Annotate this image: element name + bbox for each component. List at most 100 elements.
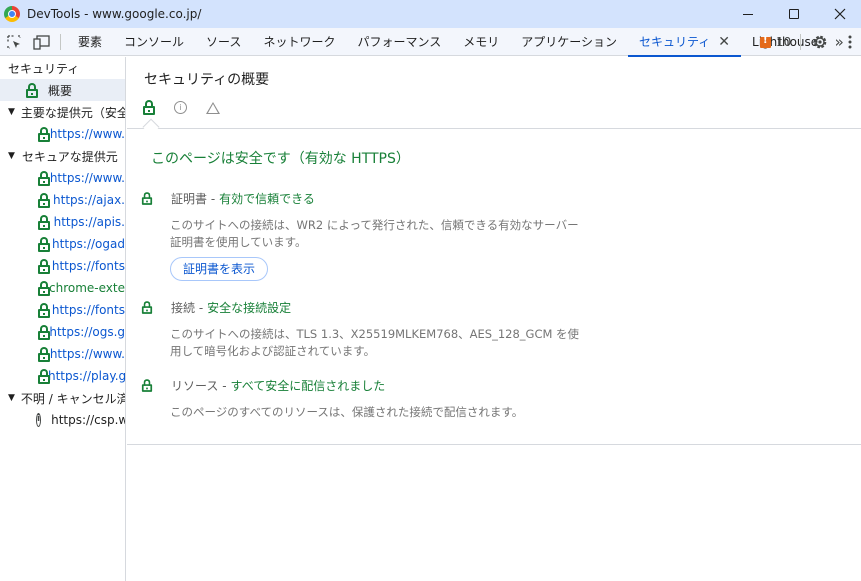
maximize-button[interactable] xyxy=(771,0,817,28)
certificate-description: このサイトへの接続は、WR2 によって発行された、信頼できる有効なサーバー証明書… xyxy=(170,218,579,249)
origin-url: https://play.g xyxy=(48,369,126,383)
sidebar-item-overview[interactable]: 概要 xyxy=(0,79,125,101)
tab-elements[interactable]: 要素 xyxy=(67,28,113,56)
sidebar-group-label: 不明 / キャンセル済み xyxy=(20,391,125,406)
view-certificate-button[interactable]: 証明書を表示 xyxy=(170,257,269,281)
info-icon[interactable]: i xyxy=(174,101,187,114)
lock-icon xyxy=(38,236,50,252)
sidebar-item-origin[interactable]: https://play.g xyxy=(0,365,125,387)
origin-url: https://ogs.g xyxy=(49,325,125,339)
sidebar-item-origin[interactable]: https://fonts xyxy=(0,299,125,321)
sidebar-item-origin[interactable]: chrome-exte xyxy=(0,277,125,299)
sidebar-item-label: 概要 xyxy=(48,83,73,98)
section-value: すべて安全に配信されました xyxy=(230,379,386,393)
lock-icon xyxy=(38,302,50,318)
sidebar-item-origin[interactable]: https://www. xyxy=(0,167,125,189)
lock-icon xyxy=(38,214,50,230)
sidebar-group-secure[interactable]: ▼ セキュアな提供元 xyxy=(0,145,125,167)
origin-url: https://apis. xyxy=(53,215,125,229)
inspect-element-button[interactable] xyxy=(0,28,28,56)
origin-url: https://ogad xyxy=(52,237,125,251)
tab-console[interactable]: コンソール xyxy=(113,28,195,56)
tab-performance[interactable]: パフォーマンス xyxy=(346,28,452,56)
sidebar-item-origin[interactable]: https://apis. xyxy=(0,211,125,233)
tab-memory[interactable]: メモリ xyxy=(452,28,510,56)
connection-section: 接続 - 安全な接続設定 このサイトへの接続は、TLS 1.3、X25519ML… xyxy=(141,299,580,360)
close-icon xyxy=(834,8,846,20)
device-toolbar-button[interactable] xyxy=(28,28,56,56)
lock-icon xyxy=(38,170,50,186)
connection-description: このサイトへの接続は、TLS 1.3、X25519MLKEM768、AES_12… xyxy=(170,327,580,358)
gear-icon xyxy=(813,35,827,49)
page-title: セキュリティの概要 xyxy=(144,72,270,88)
issues-counter[interactable]: 10 xyxy=(760,28,791,56)
certificate-title: 証明書 - 有効で信頼できる xyxy=(141,190,580,207)
issues-count: 10 xyxy=(776,35,792,49)
close-window-button[interactable] xyxy=(817,0,861,28)
tab-security[interactable]: セキュリティ ✕ xyxy=(628,28,742,57)
origin-url: https://www. xyxy=(49,347,125,361)
connection-title: 接続 - 安全な接続設定 xyxy=(141,299,580,316)
sidebar-root: セキュリティ xyxy=(0,57,125,79)
sidebar-group-main-origin[interactable]: ▼ 主要な提供元（安全 xyxy=(0,101,125,123)
device-icon xyxy=(33,34,50,50)
resources-section: リソース - すべて安全に配信されました このページのすべてのリソースは、保護さ… xyxy=(141,377,580,421)
devtools-toolbar: 要素 コンソール ソース ネットワーク パフォーマンス メモリ アプリケーション… xyxy=(0,28,861,57)
lock-icon xyxy=(26,82,38,98)
sidebar-group-unknown[interactable]: ▼ 不明 / キャンセル済み xyxy=(0,387,125,409)
lock-icon xyxy=(38,324,50,340)
title-bar: DevTools - www.google.co.jp/ xyxy=(0,0,861,28)
section-label: 証明書 - xyxy=(171,192,216,206)
overview-header: セキュリティの概要 i xyxy=(127,57,861,136)
tab-sources[interactable]: ソース xyxy=(195,28,252,56)
sidebar-group-label: セキュアな提供元 xyxy=(22,149,118,164)
kebab-menu-icon xyxy=(848,35,852,49)
sidebar-item-origin[interactable]: https://ogad xyxy=(0,233,125,255)
lock-icon xyxy=(38,192,50,208)
origin-url: https://www. xyxy=(49,127,125,141)
chrome-logo-icon xyxy=(4,6,20,22)
minimize-button[interactable] xyxy=(725,0,771,28)
security-summary: このページは安全です（有効な HTTPS） xyxy=(151,151,410,167)
security-sidebar: セキュリティ 概要 ▼ 主要な提供元（安全 https://www. ▼ セキュ… xyxy=(0,57,126,581)
minimize-icon xyxy=(743,13,753,15)
tab-application[interactable]: アプリケーション xyxy=(510,28,628,56)
issue-flag-icon xyxy=(760,35,771,48)
security-state-icons: i xyxy=(143,100,239,115)
sidebar-item-origin[interactable]: i https://csp.w xyxy=(0,409,125,431)
lock-icon[interactable] xyxy=(143,100,155,115)
section-label: リソース - xyxy=(171,379,227,393)
section-value: 有効で信頼できる xyxy=(219,192,315,206)
selected-state-caret xyxy=(142,118,160,136)
lock-icon xyxy=(38,346,50,362)
info-icon: i xyxy=(36,413,42,427)
expand-triangle-icon: ▼ xyxy=(8,393,15,403)
origin-url: https://csp.w xyxy=(51,413,126,427)
section-label: 接続 - xyxy=(171,301,204,315)
tab-network[interactable]: ネットワーク xyxy=(252,28,346,56)
lock-icon xyxy=(38,258,50,274)
origin-url: https://fonts xyxy=(51,303,125,317)
section-value: 安全な接続設定 xyxy=(207,301,292,315)
expand-triangle-icon: ▼ xyxy=(8,151,15,161)
sidebar-group-label: 主要な提供元（安全 xyxy=(20,105,126,120)
expand-triangle-icon: ▼ xyxy=(8,107,15,117)
sidebar-item-origin[interactable]: https://www. xyxy=(0,123,125,145)
sidebar-item-origin[interactable]: https://fonts xyxy=(0,255,125,277)
sidebar-root-label: セキュリティ xyxy=(8,61,80,76)
toolbar-divider xyxy=(60,33,61,50)
tab-close-icon[interactable]: ✕ xyxy=(718,34,730,50)
resources-title: リソース - すべて安全に配信されました xyxy=(141,377,580,394)
lock-icon xyxy=(141,192,153,205)
security-overview-panel: セキュリティの概要 i このページは安全です（有効な HTTPS） 証明書 - … xyxy=(127,57,861,581)
origin-url: https://fonts xyxy=(51,259,125,273)
more-options-button[interactable] xyxy=(838,28,861,56)
sidebar-item-origin[interactable]: https://ajax. xyxy=(0,189,125,211)
lock-icon xyxy=(141,301,153,314)
tab-security-label: セキュリティ xyxy=(639,35,711,49)
sidebar-item-origin[interactable]: https://ogs.g xyxy=(0,321,125,343)
origin-url: https://www. xyxy=(49,171,125,185)
sidebar-item-origin[interactable]: https://www. xyxy=(0,343,125,365)
settings-button[interactable] xyxy=(808,28,832,56)
warning-icon[interactable] xyxy=(206,101,220,114)
